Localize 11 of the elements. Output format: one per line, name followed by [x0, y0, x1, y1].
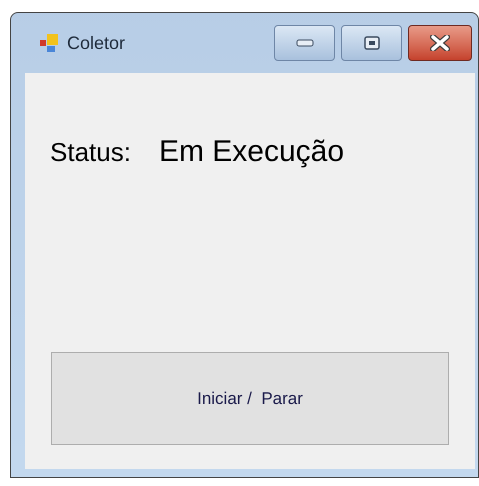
app-icon — [39, 33, 61, 53]
minimize-icon — [296, 39, 314, 47]
maximize-icon — [364, 36, 380, 50]
close-button[interactable] — [408, 25, 472, 61]
close-icon — [430, 35, 450, 51]
minimize-button[interactable] — [274, 25, 335, 61]
status-label: Status: — [50, 136, 131, 169]
maximize-button[interactable] — [341, 25, 402, 61]
window-title: Coletor — [67, 32, 126, 54]
start-stop-button[interactable]: Iniciar / Parar — [51, 352, 449, 445]
status-value: Em Execução — [158, 134, 344, 170]
